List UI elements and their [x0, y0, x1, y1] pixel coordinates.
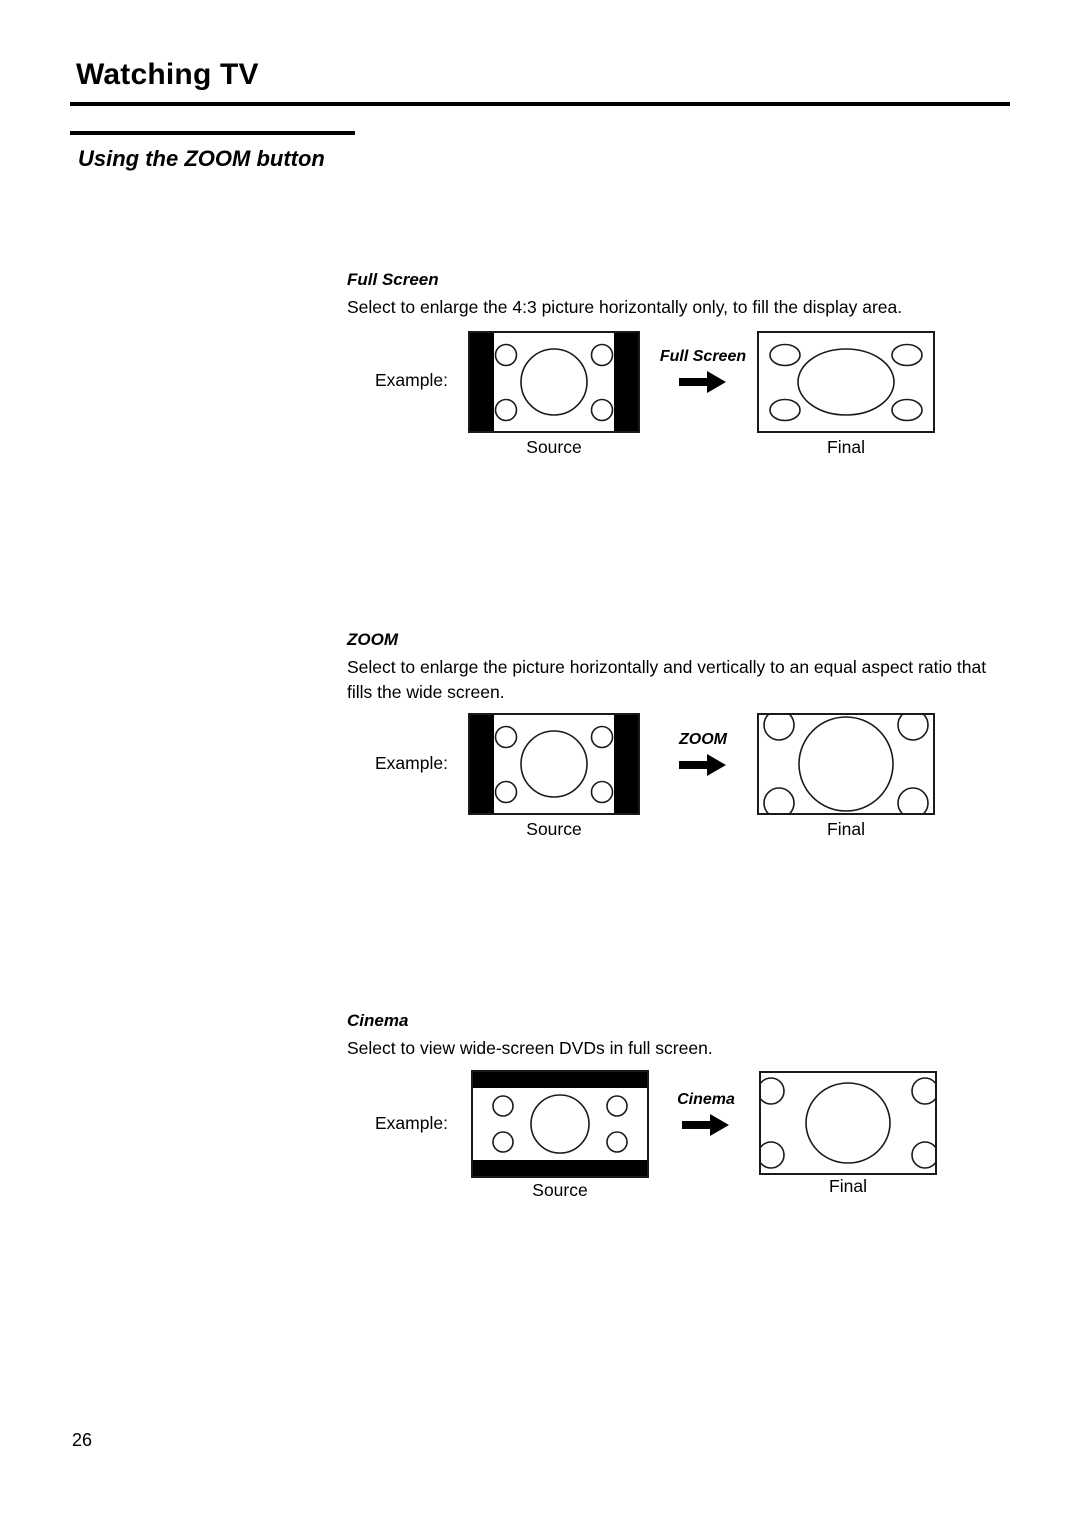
right-arrow-icon	[679, 371, 726, 393]
arrow-label-zoom: ZOOM	[679, 731, 727, 748]
section-rule	[70, 131, 355, 135]
right-arrow-icon	[682, 1114, 729, 1136]
transform-arrow-full-screen: Full Screen	[645, 348, 761, 394]
header-rule	[70, 102, 1010, 106]
letterbox-bar-bottom	[473, 1160, 647, 1176]
mode-heading-full-screen: Full Screen	[347, 270, 439, 289]
final-caption-full-screen: Final	[827, 437, 865, 457]
pillarbox-bar-left	[470, 333, 494, 431]
section-title: Using the ZOOM button	[78, 146, 325, 171]
mode-description-full-screen: Select to enlarge the 4:3 picture horizo…	[347, 297, 903, 317]
final-display-zoom	[757, 713, 935, 815]
source-pattern	[494, 725, 614, 804]
source-caption-zoom: Source	[526, 819, 582, 839]
source-caption-full-screen: Source	[526, 437, 582, 457]
pillarbox-bar-right	[614, 715, 638, 813]
final-caption-cinema: Final	[829, 1176, 867, 1196]
transform-arrow-zoom: ZOOM	[645, 731, 761, 777]
example-label-cinema: Example:	[375, 1113, 448, 1133]
final-caption-zoom: Final	[827, 819, 865, 839]
pillarbox-bar-right	[614, 333, 638, 431]
final-pattern	[761, 1077, 935, 1169]
pillarbox-bar-left	[470, 715, 494, 813]
mode-description-cinema: Select to view wide-screen DVDs in full …	[347, 1038, 713, 1058]
final-pattern	[763, 715, 929, 813]
source-display-zoom	[468, 713, 640, 815]
document-page: Watching TV Using the ZOOM button Full S…	[0, 0, 1080, 1514]
mode-heading-zoom: ZOOM	[347, 630, 398, 649]
example-label-full-screen: Example:	[375, 370, 448, 390]
mode-heading-cinema: Cinema	[347, 1011, 409, 1030]
arrow-label-full-screen: Full Screen	[659, 348, 747, 365]
source-display-cinema	[471, 1070, 649, 1178]
final-display-cinema	[759, 1071, 937, 1175]
source-caption-cinema: Source	[532, 1180, 588, 1200]
page-title: Watching TV	[76, 58, 259, 91]
arrow-label-cinema: Cinema	[677, 1091, 735, 1108]
source-display-full-screen	[468, 331, 640, 433]
final-display-full-screen	[757, 331, 935, 433]
example-label-zoom: Example:	[375, 753, 448, 773]
letterbox-bar-top	[473, 1072, 647, 1088]
final-pattern	[769, 343, 923, 422]
mode-description-zoom: Select to enlarge the picture horizontal…	[347, 657, 987, 702]
right-arrow-icon	[679, 754, 726, 776]
transform-arrow-cinema: Cinema	[648, 1091, 764, 1137]
page-number: 26	[72, 1430, 93, 1450]
source-pattern	[494, 343, 614, 422]
